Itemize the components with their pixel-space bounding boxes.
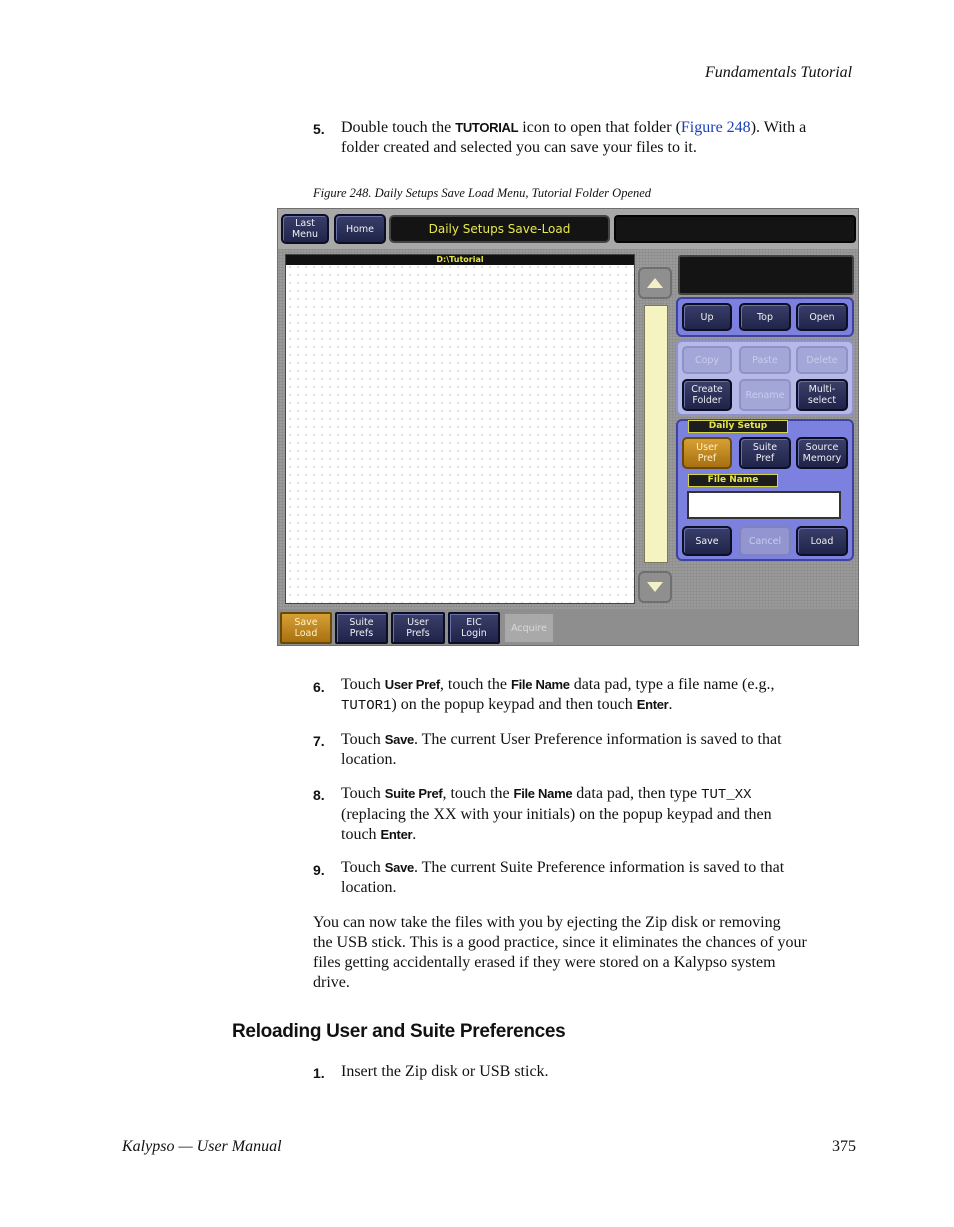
open-button[interactable]: Open <box>796 303 848 331</box>
footer-manual-title: Kalypso — User Manual <box>122 1138 282 1155</box>
file-list[interactable] <box>285 254 635 604</box>
body-paragraph: You can now take the files with you by e… <box>313 914 807 991</box>
cancel-button[interactable]: Cancel <box>739 526 791 556</box>
file-name-label: File Name <box>688 474 778 487</box>
paste-button[interactable]: Paste <box>739 346 791 374</box>
load-button[interactable]: Load <box>796 526 848 556</box>
running-header: Fundamentals Tutorial <box>705 64 853 81</box>
user-pref-button[interactable]: User Pref <box>682 437 732 469</box>
up-button[interactable]: Up <box>682 303 732 331</box>
step-number: 7. <box>313 733 325 749</box>
path-header: D:\Tutorial <box>286 255 634 265</box>
source-memory-button[interactable]: Source Memory <box>796 437 848 469</box>
arrow-down-icon <box>647 582 663 592</box>
file-name-input[interactable] <box>687 491 841 519</box>
step-1-text: Insert the Zip disk or USB stick. <box>341 1063 549 1080</box>
menu-title: Daily Setups Save-Load <box>389 215 610 243</box>
info-display <box>678 255 854 295</box>
step-8-text: Touch Suite Pref, touch the File Name da… <box>341 785 772 843</box>
daily-setups-menu-figure: Last Menu Home Daily Setups Save-Load D:… <box>277 208 859 646</box>
save-button[interactable]: Save <box>682 526 732 556</box>
arrow-up-icon <box>647 278 663 288</box>
rename-button[interactable]: Rename <box>739 379 791 411</box>
step-7-text: Touch Save. The current User Preference … <box>341 731 782 768</box>
multi-select-button[interactable]: Multi- select <box>796 379 848 411</box>
delete-button[interactable]: Delete <box>796 346 848 374</box>
home-button[interactable]: Home <box>334 214 386 244</box>
figure-caption: Figure 248. Daily Setups Save Load Menu,… <box>313 186 652 200</box>
scroll-up-button[interactable] <box>638 267 672 299</box>
create-folder-button[interactable]: Create Folder <box>682 379 732 411</box>
step-9-text: Touch Save. The current Suite Preference… <box>341 859 785 896</box>
step-number: 5. <box>313 121 325 137</box>
step-number: 9. <box>313 862 325 878</box>
step-number: 6. <box>313 679 325 695</box>
tab-save-load[interactable]: Save Load <box>280 612 332 644</box>
figure-link[interactable]: Figure 248 <box>681 119 751 136</box>
tab-acquire[interactable]: Acquire <box>503 612 555 644</box>
step-6-text: Touch User Pref, touch the File Name dat… <box>341 676 775 714</box>
tab-eic-login[interactable]: EIC Login <box>448 612 500 644</box>
page-number: 375 <box>832 1138 856 1155</box>
status-display <box>614 215 856 243</box>
daily-setup-label: Daily Setup <box>688 420 788 433</box>
tab-suite-prefs[interactable]: Suite Prefs <box>335 612 388 644</box>
copy-button[interactable]: Copy <box>682 346 732 374</box>
step-number: 1. <box>313 1065 325 1081</box>
step-5-text: Double touch the TUTORIAL icon to open t… <box>341 119 807 156</box>
top-button[interactable]: Top <box>739 303 791 331</box>
suite-pref-button[interactable]: Suite Pref <box>739 437 791 469</box>
step-number: 8. <box>313 787 325 803</box>
tab-user-prefs[interactable]: User Prefs <box>391 612 445 644</box>
scroll-down-button[interactable] <box>638 571 672 603</box>
section-heading: Reloading User and Suite Preferences <box>232 1021 566 1042</box>
last-menu-button[interactable]: Last Menu <box>281 214 329 244</box>
ui-term: TUTORIAL <box>455 120 519 135</box>
scroll-track[interactable] <box>644 305 668 563</box>
